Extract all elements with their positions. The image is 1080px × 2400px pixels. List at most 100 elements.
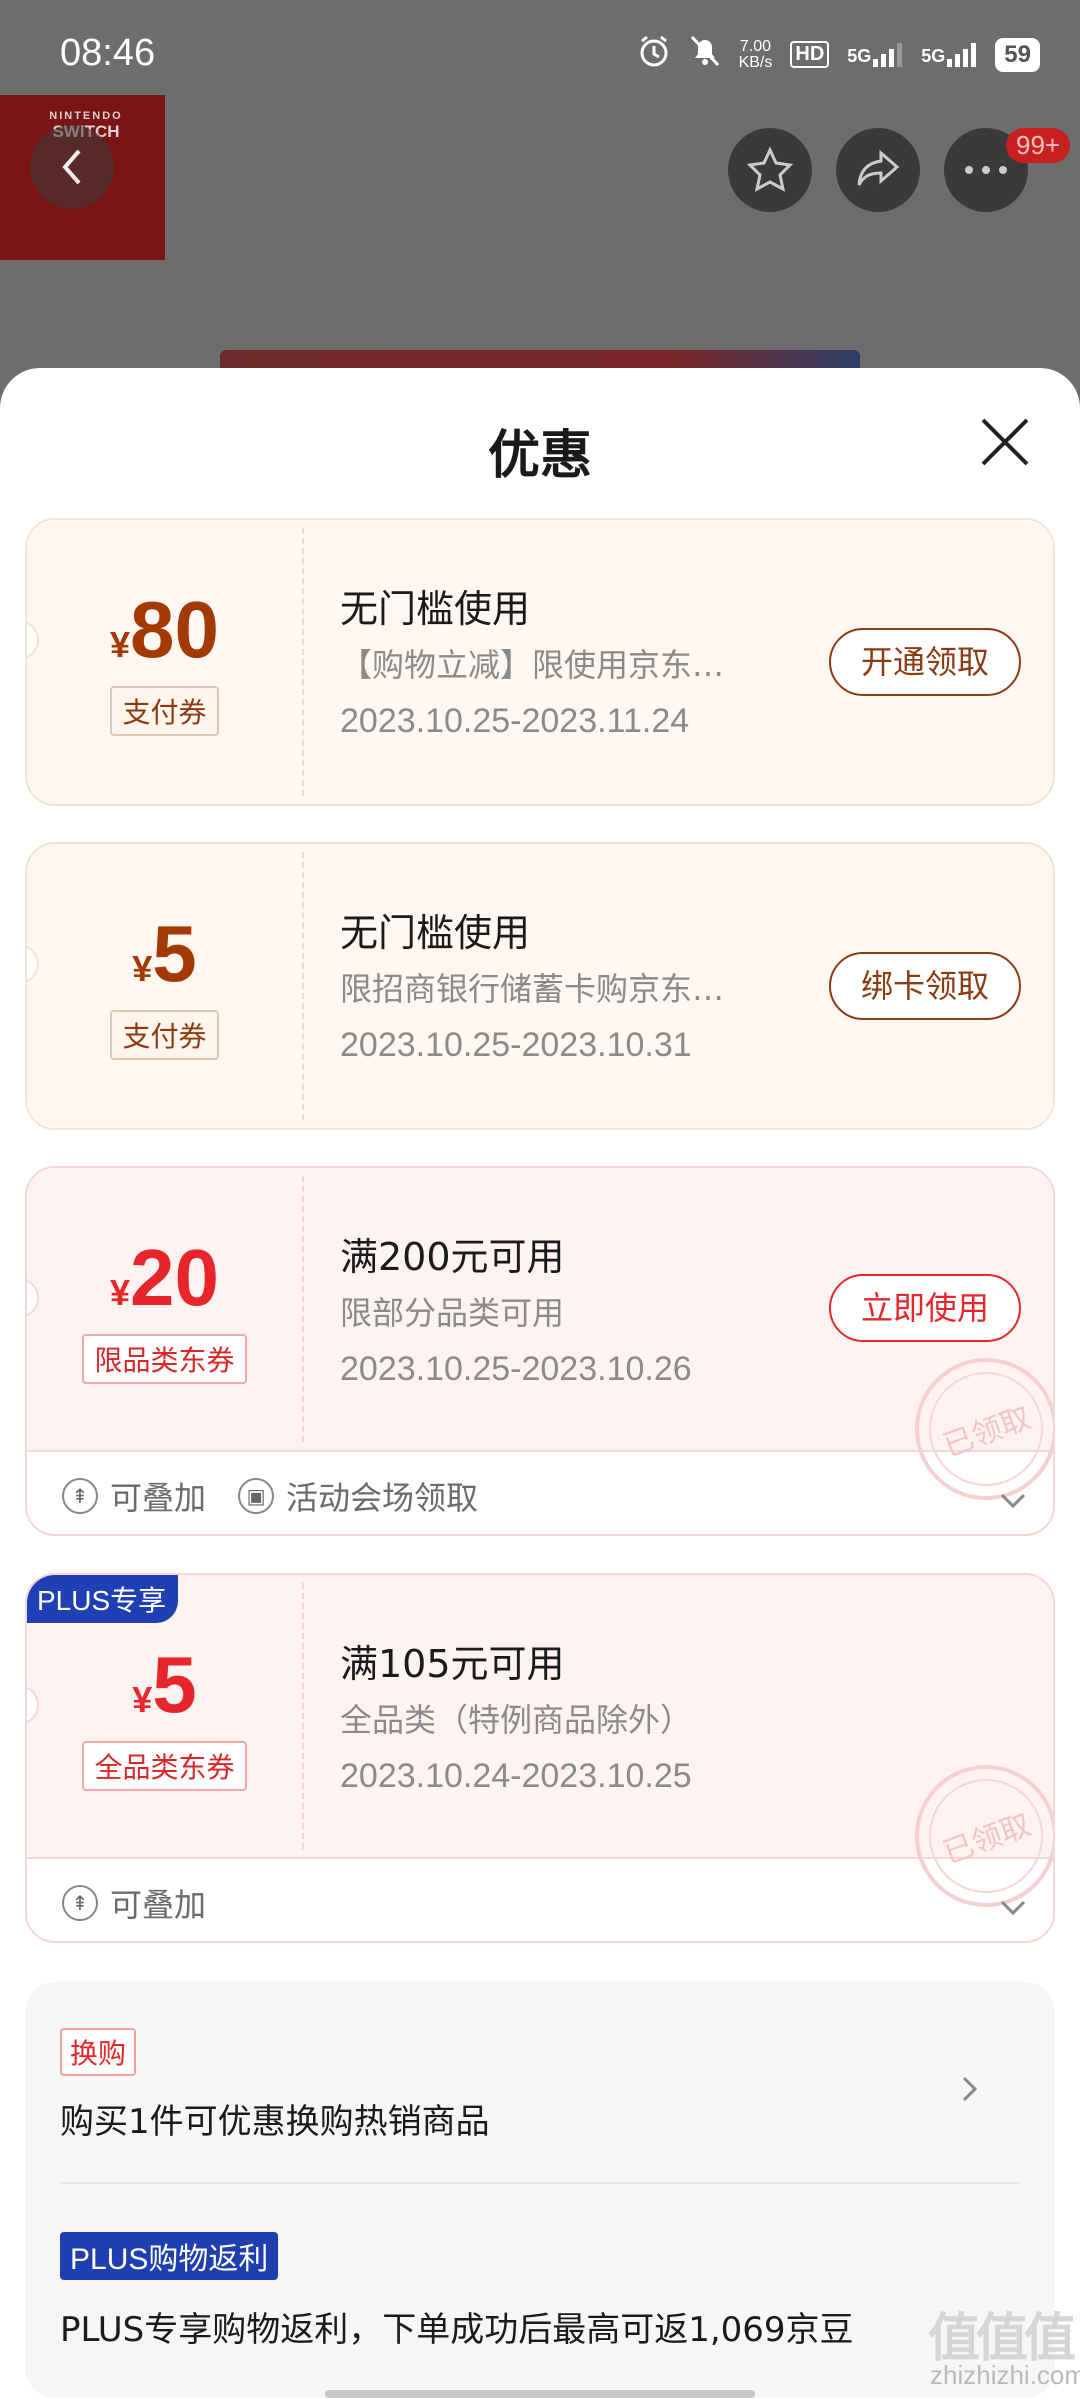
home-indicator[interactable] [325, 2390, 755, 2398]
coupon-divider [302, 528, 304, 796]
coupon-description: 【购物立减】限使用京东… [340, 646, 725, 684]
star-icon [746, 146, 794, 192]
status-bar: 08:46 7.00 KB/s HD 5G 5G 59 [0, 0, 1080, 110]
stack-icon: ⇞ [62, 1478, 98, 1514]
coupon-title: 无门槛使用 [340, 587, 531, 631]
more-dots-icon [965, 166, 1007, 174]
bind-card-claim-button[interactable]: 绑卡领取 [829, 952, 1021, 1020]
coupon-main: ¥5 支付券 无门槛使用 限招商银行储蓄卡购京东… 2023.10.25-202… [27, 844, 1053, 1128]
coupon-main: ¥80 支付券 无门槛使用 【购物立减】限使用京东… 2023.10.25-20… [27, 520, 1053, 804]
currency-symbol: ¥ [109, 1272, 131, 1313]
coupon-card: ¥5 支付券 无门槛使用 限招商银行储蓄卡购京东… 2023.10.25-202… [25, 842, 1055, 1130]
close-icon [981, 418, 1029, 466]
coupon-footer: ⇞ 可叠加 ▣ 活动会场领取 [27, 1456, 1053, 1534]
amount-value: 20 [130, 1233, 219, 1322]
stackable-label: 可叠加 [110, 1479, 207, 1517]
coupon-date-range: 2023.10.25-2023.10.31 [340, 1026, 692, 1064]
chevron-down-icon [1000, 1900, 1026, 1916]
type-tag-text: 支付券 [110, 686, 219, 736]
coupon-amount: ¥5 [27, 1639, 302, 1731]
sim1-signal-icon: 5G [847, 42, 903, 67]
extra-benefits-panel: 换购 购买1件可优惠换购热销商品 PLUS购物返利 PLUS专享购物返利，下单成… [25, 1982, 1055, 2398]
plus-exclusive-tag: PLUS专享 [27, 1575, 179, 1623]
currency-symbol: ¥ [132, 948, 153, 989]
stackable-info: ⇞ 可叠加 [62, 1880, 206, 1926]
currency-symbol: ¥ [132, 1679, 153, 1720]
coupon-title: 无门槛使用 [340, 911, 531, 955]
coupon-footer: ⇞ 可叠加 [27, 1863, 1053, 1941]
exchange-tag: 换购 [60, 2028, 137, 2076]
type-tag-text: 全品类东券 [82, 1741, 247, 1791]
coupon-description: 限部分品类可用 [340, 1294, 565, 1332]
coupon-amount: ¥80 [27, 584, 302, 676]
stamp-text: 已领取 [938, 1807, 1036, 1872]
stamp-text: 已领取 [938, 1400, 1036, 1465]
favorite-button[interactable] [728, 128, 812, 212]
use-now-button[interactable]: 立即使用 [829, 1274, 1021, 1342]
coupon-type-tag: 全品类东券 [27, 1741, 302, 1791]
sim2-signal-icon: 5G [921, 42, 977, 67]
coupon-divider [302, 852, 304, 1120]
status-time: 08:46 [60, 32, 156, 74]
net-speed: 7.00 KB/s [738, 37, 773, 71]
coupon-title: 满105元可用 [340, 1642, 565, 1686]
currency-symbol: ¥ [109, 624, 131, 665]
type-tag-text: 支付券 [110, 1010, 219, 1060]
plus-rebate-tag: PLUS购物返利 [60, 2232, 279, 2280]
source-info: ▣ 活动会场领取 [238, 1473, 478, 1519]
chevron-down-icon [1000, 1493, 1026, 1509]
coupon-divider [302, 1176, 304, 1442]
stackable-label: 可叠加 [110, 1886, 207, 1924]
watermark-site: zhizhizhi.com [930, 2360, 1080, 2390]
amount-value: 80 [130, 585, 219, 674]
expand-button[interactable] [999, 1480, 1027, 1518]
amount-value: 5 [152, 1640, 197, 1729]
coupon-main: PLUS专享 ¥5 全品类东券 满105元可用 全品类（特例商品除外） 2023… [27, 1575, 1053, 1928]
expand-button[interactable] [999, 1887, 1027, 1925]
status-icons: 7.00 KB/s HD 5G 5G 59 [637, 34, 1040, 75]
coupon-card: ¥80 支付券 无门槛使用 【购物立减】限使用京东… 2023.10.25-20… [25, 518, 1055, 806]
notification-badge: 99+ [1006, 128, 1071, 163]
battery-icon: 59 [995, 37, 1040, 72]
coupon-title: 满200元可用 [340, 1235, 565, 1279]
hd-icon: HD [790, 41, 830, 68]
back-button[interactable] [30, 125, 114, 209]
net-speed-value: 7.00 [739, 37, 772, 55]
coupon-description: 全品类（特例商品除外） [340, 1701, 693, 1739]
mute-bell-icon [689, 34, 721, 75]
coupon-type-tag: 支付券 [27, 686, 302, 736]
sim2-label: 5G [921, 45, 946, 66]
ticket-icon: ▣ [238, 1478, 275, 1514]
sheet-title: 优惠 [487, 426, 592, 486]
coupon-card: PLUS专享 ¥5 全品类东券 满105元可用 全品类（特例商品除外） 2023… [25, 1573, 1055, 1943]
coupon-card: ¥20 限品类东券 满200元可用 限部分品类可用 2023.10.25-202… [25, 1166, 1055, 1536]
coupon-amount: ¥20 [27, 1232, 302, 1324]
close-button[interactable] [975, 412, 1035, 472]
exchange-arrow[interactable] [960, 2074, 980, 2108]
coupon-date-range: 2023.10.25-2023.11.24 [340, 702, 690, 740]
coupon-type-tag: 支付券 [27, 1010, 302, 1060]
coupon-type-tag: 限品类东券 [27, 1334, 302, 1384]
alarm-icon [637, 34, 671, 75]
chevron-left-icon [62, 149, 81, 185]
source-label: 活动会场领取 [286, 1479, 479, 1517]
coupon-date-range: 2023.10.25-2023.10.26 [340, 1350, 692, 1388]
sim1-label: 5G [847, 45, 872, 66]
coupon-main: ¥20 限品类东券 满200元可用 限部分品类可用 2023.10.25-202… [27, 1168, 1053, 1521]
plus-rebate-text: PLUS专享购物返利，下单成功后最高可返1,069京豆 [60, 2310, 854, 2350]
coupon-description: 限招商银行储蓄卡购京东… [340, 970, 725, 1008]
coupon-amount: ¥5 [27, 908, 302, 1000]
stackable-info: ⇞ 可叠加 [62, 1473, 206, 1519]
exchange-offer-link[interactable]: 购买1件可优惠换购热销商品 [60, 2094, 490, 2143]
share-button[interactable] [836, 128, 920, 212]
type-tag-text: 限品类东券 [82, 1334, 247, 1384]
amount-value: 5 [152, 909, 197, 998]
coupon-divider [302, 1583, 304, 1849]
activate-claim-button[interactable]: 开通领取 [829, 628, 1021, 696]
divider [60, 2182, 1020, 2184]
net-speed-unit: KB/s [738, 53, 773, 71]
brand-top-text: NINTENDO [49, 110, 123, 122]
stack-icon: ⇞ [62, 1885, 98, 1921]
share-icon [857, 149, 900, 186]
coupon-date-range: 2023.10.24-2023.10.25 [340, 1757, 692, 1795]
